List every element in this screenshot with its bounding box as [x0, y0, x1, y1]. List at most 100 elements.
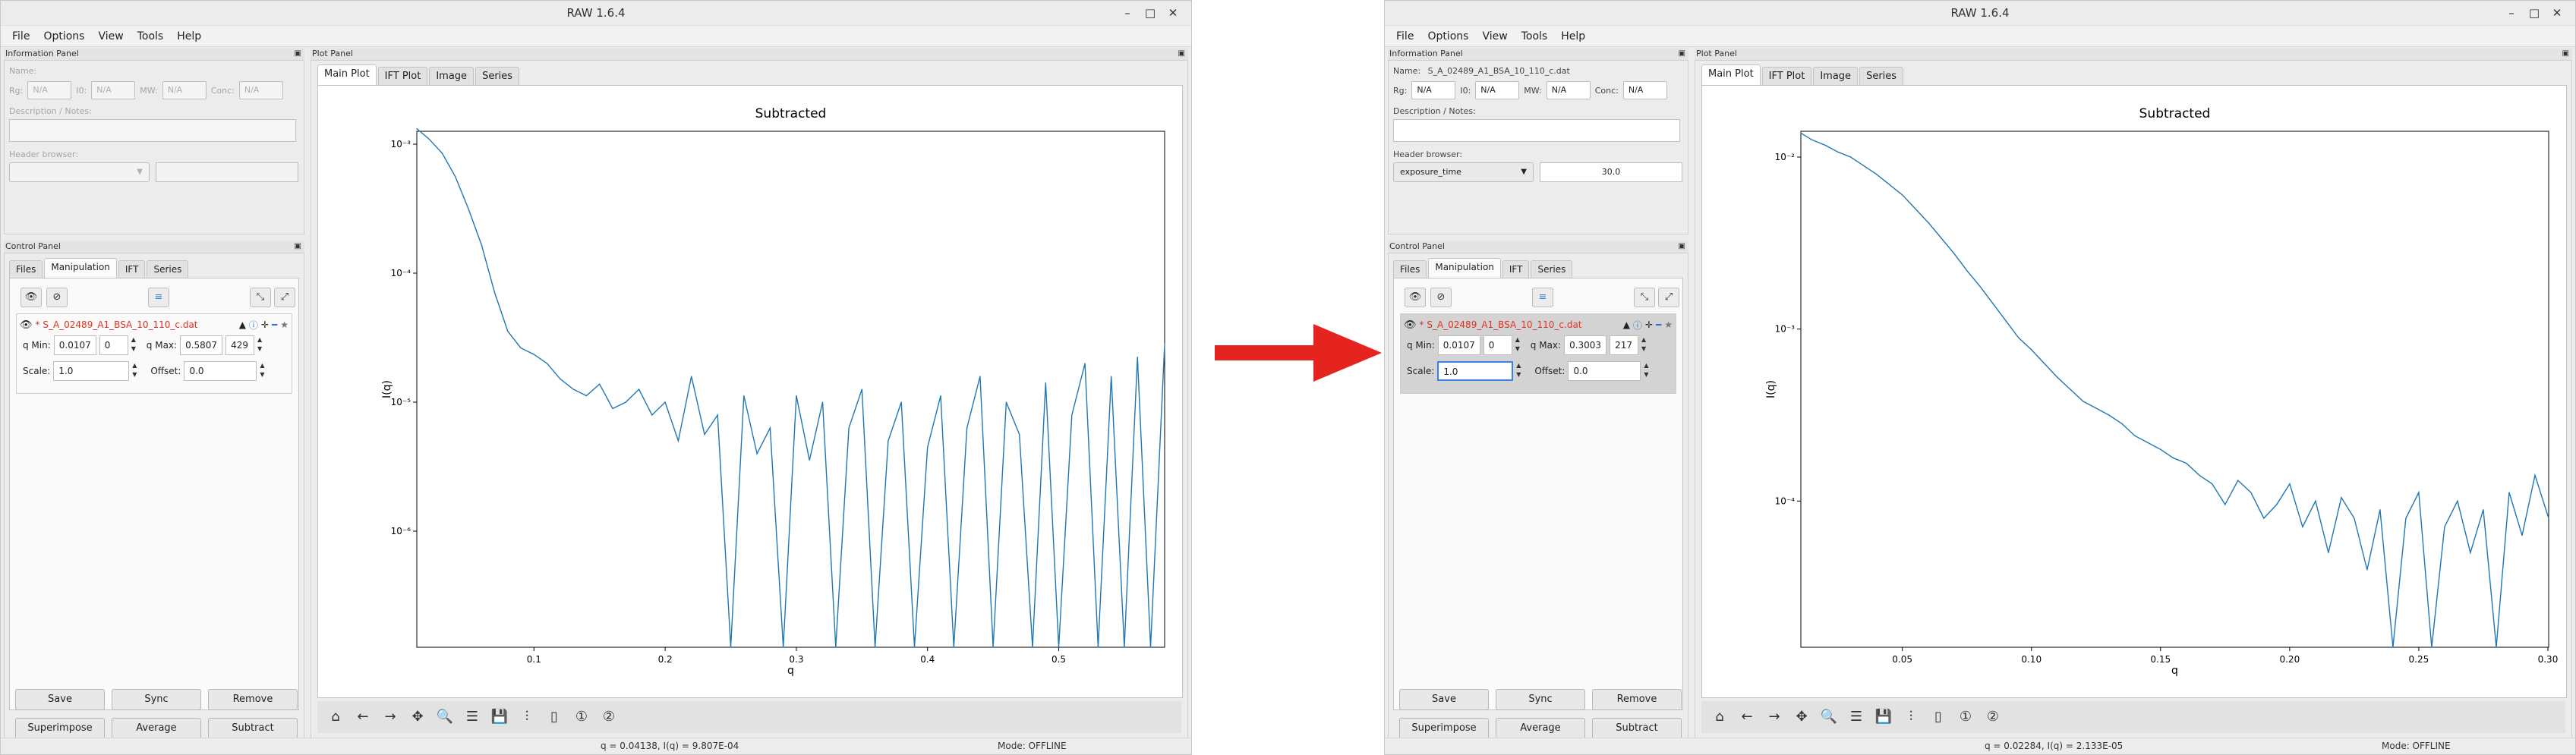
remove-button[interactable]: Remove [1592, 689, 1682, 710]
qmin-index-field[interactable]: 0 [1483, 335, 1512, 355]
single-plot-icon[interactable]: ① [571, 706, 592, 728]
hide-all-eye-icon[interactable]: ⊘ [1430, 288, 1452, 307]
header-browser-value[interactable]: 30.0 [1540, 162, 1682, 182]
pan-icon[interactable]: ✥ [1791, 706, 1812, 728]
select-all-icon[interactable]: ≡ [1532, 288, 1553, 307]
average-button[interactable]: Average [1496, 718, 1585, 739]
home-icon[interactable]: ⌂ [1709, 706, 1730, 728]
stepper-arrows-icon[interactable]: ▲ ▼ [1641, 361, 1651, 381]
qmin-value-field[interactable]: 0.0107 [53, 335, 96, 355]
home-icon[interactable]: ⌂ [325, 706, 346, 728]
scale-stepper[interactable]: 1.0 ▲ ▼ [1437, 361, 1524, 381]
expand-icon[interactable]: ⤢ [1658, 288, 1679, 307]
stepper-arrows-icon[interactable]: ▲ ▼ [1512, 335, 1523, 355]
minimize-icon[interactable]: – [2501, 1, 2522, 26]
line-style-icon[interactable]: ━ [1656, 319, 1661, 330]
menu-file[interactable]: File [1389, 30, 1420, 42]
field-value[interactable]: N/A [162, 81, 207, 99]
stepper-arrows-icon[interactable]: ▲ ▼ [254, 335, 265, 355]
show-all-eye-icon[interactable]: 👁 [20, 288, 42, 307]
back-arrow-icon[interactable]: ← [1736, 706, 1758, 728]
pin-icon[interactable]: ▣ [295, 48, 301, 60]
stepper-arrows-icon[interactable]: ▲ ▼ [1513, 361, 1524, 381]
tab-files[interactable]: Files [1393, 260, 1427, 278]
menu-help[interactable]: Help [1554, 30, 1592, 42]
tab-files[interactable]: Files [9, 260, 43, 278]
qmin-index-stepper[interactable]: 0 ▲ ▼ [99, 335, 139, 355]
info-icon[interactable]: ⓘ [1633, 319, 1642, 332]
tab-ift[interactable]: IFT [118, 260, 146, 278]
tab-manipulation[interactable]: Manipulation [1428, 258, 1501, 278]
eye-icon[interactable]: 👁 [1404, 319, 1417, 331]
pin-icon[interactable]: ▣ [1679, 241, 1685, 253]
plot-tab-series[interactable]: Series [475, 67, 520, 85]
show-all-eye-icon[interactable]: 👁 [1405, 288, 1426, 307]
close-icon[interactable]: ✕ [1162, 1, 1184, 26]
description-field[interactable] [1393, 119, 1680, 142]
plot-options-icon[interactable]: ▯ [1928, 706, 1949, 728]
sync-button[interactable]: Sync [112, 689, 201, 710]
field-value[interactable]: N/A [27, 81, 72, 99]
stepper-arrows-icon[interactable]: ▲ ▼ [257, 361, 267, 381]
star-icon[interactable]: ★ [1664, 319, 1673, 330]
qmax-index-stepper[interactable]: 429 ▲ ▼ [225, 335, 265, 355]
menu-help[interactable]: Help [170, 30, 208, 42]
plot-tab-main-plot[interactable]: Main Plot [1701, 64, 1761, 85]
plot-tab-ift-plot[interactable]: IFT Plot [377, 67, 428, 85]
remove-button[interactable]: Remove [208, 689, 298, 710]
minimize-icon[interactable]: – [1117, 1, 1138, 26]
menu-options[interactable]: Options [36, 30, 91, 42]
tab-ift[interactable]: IFT [1502, 260, 1530, 278]
qmin-index-stepper[interactable]: 0 ▲ ▼ [1483, 335, 1523, 355]
save-button[interactable]: Save [1399, 689, 1489, 710]
offset-field[interactable]: 0.0 [1568, 361, 1641, 381]
manipulation-item[interactable]: 👁 * S_A_02489_A1_BSA_10_110_c.dat ▲ ⓘ ✛ … [1400, 313, 1676, 394]
offset-stepper[interactable]: 0.0 ▲ ▼ [1568, 361, 1651, 381]
offset-stepper[interactable]: 0.0 ▲ ▼ [184, 361, 267, 381]
qmax-index-stepper[interactable]: 217 ▲ ▼ [1610, 335, 1649, 355]
hide-all-eye-icon[interactable]: ⊘ [46, 288, 68, 307]
field-value[interactable]: N/A [238, 81, 283, 99]
field-value[interactable]: N/A [91, 81, 136, 99]
qmax-value-field[interactable]: 0.5807 [180, 335, 223, 355]
select-all-icon[interactable]: ≡ [148, 288, 169, 307]
pan-icon[interactable]: ✥ [407, 706, 428, 728]
collapse-icon[interactable]: ⤡ [250, 288, 271, 307]
zoom-icon[interactable]: 🔍 [1818, 706, 1840, 728]
plot-options-icon[interactable]: ▯ [544, 706, 565, 728]
pin-icon[interactable]: ▣ [1679, 48, 1685, 60]
pin-icon[interactable]: ▣ [1178, 48, 1185, 60]
menu-view[interactable]: View [91, 30, 130, 42]
forward-arrow-icon[interactable]: → [1764, 706, 1785, 728]
field-value[interactable]: N/A [1622, 81, 1667, 99]
stepper-arrows-icon[interactable]: ▲ ▼ [1638, 335, 1649, 355]
triangle-up-icon[interactable]: ▲ [239, 319, 246, 330]
field-value[interactable]: N/A [1475, 81, 1520, 99]
field-value[interactable]: N/A [1546, 81, 1591, 99]
scale-field[interactable]: 1.0 [1437, 361, 1514, 381]
eye-icon[interactable]: 👁 [20, 319, 33, 331]
qmin-index-field[interactable]: 0 [99, 335, 128, 355]
expand-icon[interactable]: ⤢ [274, 288, 295, 307]
plot-tab-image[interactable]: Image [429, 67, 475, 85]
crosshair-icon[interactable]: ✛ [1645, 319, 1653, 330]
field-value[interactable]: N/A [1411, 81, 1456, 99]
plot-canvas[interactable]: Subtracted q I(q) 0.1 0.2 0.3 0.4 0.5 10⁻³ 10⁻⁴ 10… [317, 85, 1183, 698]
pin-icon[interactable]: ▣ [295, 241, 301, 253]
tab-manipulation[interactable]: Manipulation [44, 258, 117, 278]
stepper-arrows-icon[interactable]: ▲ ▼ [129, 361, 140, 381]
dual-plot-icon[interactable]: ② [1982, 706, 2004, 728]
average-button[interactable]: Average [112, 718, 201, 739]
save-figure-icon[interactable]: 💾 [1873, 706, 1894, 728]
sync-button[interactable]: Sync [1496, 689, 1585, 710]
crosshair-icon[interactable]: ✛ [261, 319, 269, 330]
star-icon[interactable]: ★ [280, 319, 288, 330]
header-browser-value[interactable] [156, 162, 298, 182]
qmax-index-field[interactable]: 217 [1610, 335, 1639, 355]
forward-arrow-icon[interactable]: → [380, 706, 401, 728]
errorbars-icon[interactable]: ⫶ [516, 706, 538, 728]
qmin-value-field[interactable]: 0.0107 [1437, 335, 1480, 355]
qmax-value-field[interactable]: 0.3003 [1564, 335, 1607, 355]
superimpose-button[interactable]: Superimpose [1399, 718, 1489, 739]
save-button[interactable]: Save [15, 689, 105, 710]
